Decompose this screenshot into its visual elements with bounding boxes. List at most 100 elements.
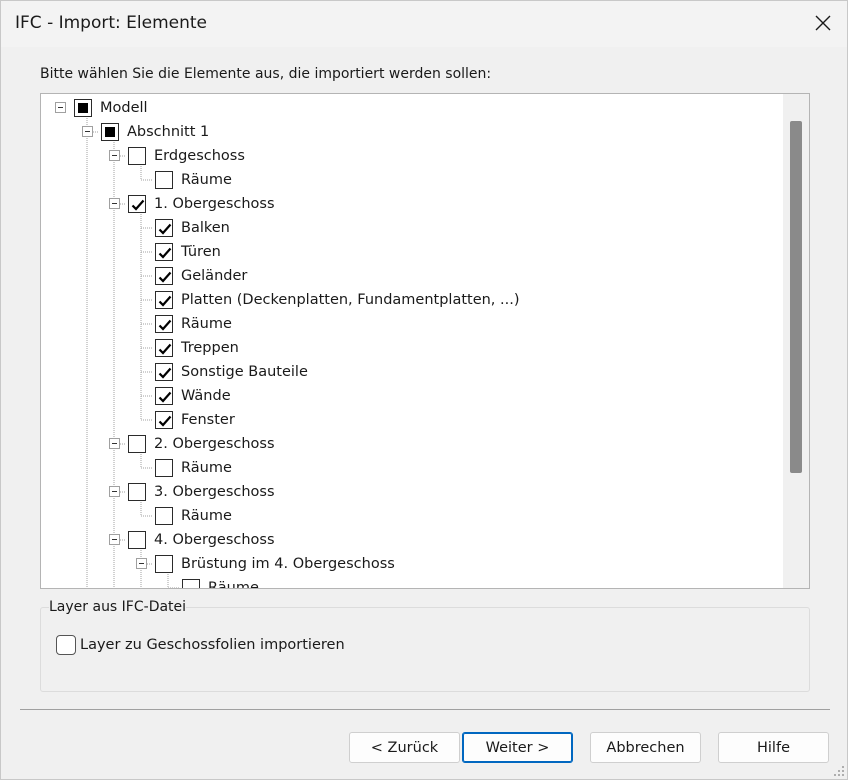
tree-item[interactable]: 2. Obergeschoss bbox=[128, 432, 275, 456]
tree-item[interactable]: Platten (Deckenplatten, Fundamentplatten… bbox=[155, 288, 520, 312]
tree-item-label: Brüstung im 4. Obergeschoss bbox=[181, 556, 395, 572]
tree-item-checkbox[interactable] bbox=[128, 435, 146, 453]
collapse-toggle-icon[interactable] bbox=[55, 102, 66, 113]
tree-item[interactable]: 1. Obergeschoss bbox=[128, 192, 275, 216]
collapse-toggle-icon[interactable] bbox=[109, 486, 120, 497]
tree-item-checkbox[interactable] bbox=[155, 219, 173, 237]
collapse-toggle-icon[interactable] bbox=[109, 150, 120, 161]
tree-item-label: Balken bbox=[181, 220, 230, 236]
tree-item[interactable]: Treppen bbox=[155, 336, 239, 360]
checkmark-icon bbox=[158, 415, 172, 427]
tree-item-checkbox[interactable] bbox=[155, 339, 173, 357]
tree-item-checkbox[interactable] bbox=[74, 99, 92, 117]
tree-item-checkbox[interactable] bbox=[155, 171, 173, 189]
checkmark-icon bbox=[158, 247, 172, 259]
tree-item-checkbox[interactable] bbox=[128, 483, 146, 501]
tree-item[interactable]: Sonstige Bauteile bbox=[155, 360, 308, 384]
checkmark-icon bbox=[158, 319, 172, 331]
tree-item-label: Treppen bbox=[181, 340, 239, 356]
tree-item-label: Türen bbox=[181, 244, 221, 260]
checkmark-icon bbox=[158, 223, 172, 235]
tree-connector-lines bbox=[86, 118, 180, 588]
tree-item-checkbox[interactable] bbox=[155, 315, 173, 333]
tree-item-label: Abschnitt 1 bbox=[127, 124, 210, 140]
collapse-toggle-icon[interactable] bbox=[82, 126, 93, 137]
tree-item-label: 2. Obergeschoss bbox=[154, 436, 275, 452]
tree-item[interactable]: Balken bbox=[155, 216, 230, 240]
tree-item-checkbox[interactable] bbox=[128, 531, 146, 549]
checkmark-icon bbox=[158, 271, 172, 283]
tree-item-label: Erdgeschoss bbox=[154, 148, 245, 164]
cancel-button[interactable]: Abbrechen bbox=[590, 732, 701, 763]
tree-item-label: Platten (Deckenplatten, Fundamentplatten… bbox=[181, 292, 520, 308]
close-button[interactable] bbox=[805, 5, 841, 41]
tree-item-checkbox[interactable] bbox=[155, 555, 173, 573]
tree-item-checkbox[interactable] bbox=[155, 459, 173, 477]
layer-import-checkbox-box[interactable] bbox=[56, 635, 76, 655]
tree-item-label: Räume bbox=[181, 460, 232, 476]
tree-item[interactable]: Erdgeschoss bbox=[128, 144, 245, 168]
tree-item[interactable]: Räume bbox=[155, 312, 232, 336]
tree-item-checkbox[interactable] bbox=[155, 291, 173, 309]
tree-item-checkbox[interactable] bbox=[155, 267, 173, 285]
tree-item[interactable]: Brüstung im 4. Obergeschoss bbox=[155, 552, 395, 576]
tree-item-checkbox[interactable] bbox=[182, 579, 200, 588]
tree-item-checkbox[interactable] bbox=[155, 243, 173, 261]
next-button[interactable]: Weiter > bbox=[462, 732, 573, 763]
tree-item-checkbox[interactable] bbox=[155, 507, 173, 525]
tree-item[interactable]: Räume bbox=[155, 168, 232, 192]
tree-item[interactable]: 3. Obergeschoss bbox=[128, 480, 275, 504]
tree-item-checkbox[interactable] bbox=[155, 411, 173, 429]
collapse-toggle-icon[interactable] bbox=[109, 198, 120, 209]
element-tree[interactable]: Modell Abschnitt 1 Erdgeschoss Räume 1. Ober… bbox=[40, 93, 810, 589]
tree-item-checkbox[interactable] bbox=[128, 147, 146, 165]
layer-group-title: Layer aus IFC-Datei bbox=[49, 599, 187, 615]
tree-item-label: 3. Obergeschoss bbox=[154, 484, 275, 500]
tree-item-checkbox[interactable] bbox=[101, 123, 119, 141]
instruction-text: Bitte wählen Sie die Elemente aus, die i… bbox=[40, 66, 492, 82]
resize-grip-icon[interactable] bbox=[833, 765, 845, 777]
footer-separator bbox=[20, 709, 830, 710]
tree-item-label: Räume bbox=[181, 316, 232, 332]
tree-item[interactable]: Modell bbox=[74, 96, 148, 120]
window-title: IFC - Import: Elemente bbox=[15, 13, 207, 33]
tree-item-label: Räume bbox=[208, 580, 259, 589]
scrollbar-thumb[interactable] bbox=[790, 121, 802, 473]
tree-item-checkbox[interactable] bbox=[155, 387, 173, 405]
checkmark-icon bbox=[158, 295, 172, 307]
layer-import-checkbox-label: Layer zu Geschossfolien importieren bbox=[80, 637, 345, 653]
back-button[interactable]: < Zurück bbox=[349, 732, 460, 763]
tree-item-label: Wände bbox=[181, 388, 231, 404]
tree-scrollbar[interactable] bbox=[783, 94, 809, 588]
tree-item[interactable]: Räume bbox=[182, 576, 259, 589]
tree-item-label: Sonstige Bauteile bbox=[181, 364, 308, 380]
tree-item[interactable]: Wände bbox=[155, 384, 231, 408]
tree-item[interactable]: 4. Obergeschoss bbox=[128, 528, 275, 552]
title-bar: IFC - Import: Elemente bbox=[1, 1, 847, 47]
tree-item[interactable]: Geländer bbox=[155, 264, 247, 288]
tree-item-label: Räume bbox=[181, 172, 232, 188]
checkmark-icon bbox=[131, 199, 145, 211]
tree-item-label: 1. Obergeschoss bbox=[154, 196, 275, 212]
checkmark-icon bbox=[158, 391, 172, 403]
collapse-toggle-icon[interactable] bbox=[136, 558, 147, 569]
tree-item-label: 4. Obergeschoss bbox=[154, 532, 275, 548]
checkmark-icon bbox=[158, 367, 172, 379]
checkmark-icon bbox=[158, 343, 172, 355]
tree-item-label: Fenster bbox=[181, 412, 235, 428]
close-icon bbox=[815, 15, 831, 31]
tree-item-checkbox[interactable] bbox=[155, 363, 173, 381]
collapse-toggle-icon[interactable] bbox=[109, 534, 120, 545]
tree-item[interactable]: Räume bbox=[155, 456, 232, 480]
help-button[interactable]: Hilfe bbox=[718, 732, 829, 763]
tree-item-label: Räume bbox=[181, 508, 232, 524]
tree-item-label: Modell bbox=[100, 100, 148, 116]
tree-item[interactable]: Abschnitt 1 bbox=[101, 120, 209, 144]
tree-item-label: Geländer bbox=[181, 268, 248, 284]
tree-item-checkbox[interactable] bbox=[128, 195, 146, 213]
tree-item[interactable]: Fenster bbox=[155, 408, 235, 432]
tree-item[interactable]: Türen bbox=[155, 240, 221, 264]
collapse-toggle-icon[interactable] bbox=[109, 438, 120, 449]
tree-item[interactable]: Räume bbox=[155, 504, 232, 528]
layer-import-checkbox[interactable]: Layer zu Geschossfolien importieren bbox=[56, 635, 345, 655]
